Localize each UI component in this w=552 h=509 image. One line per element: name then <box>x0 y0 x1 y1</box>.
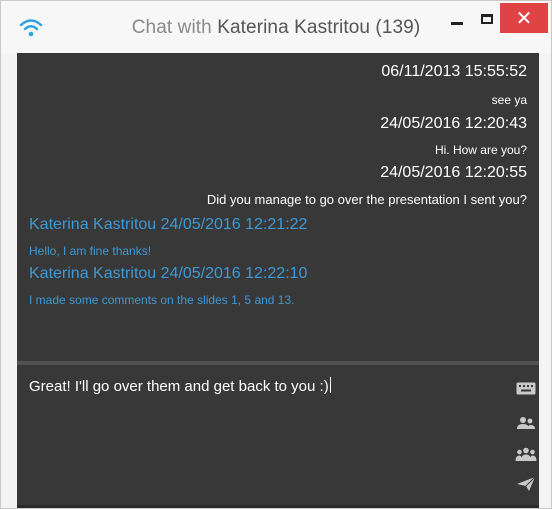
message-timestamp: 24/05/2016 12:20:55 <box>380 164 527 181</box>
title-contact-name: Katerina Kastritou (139) <box>217 17 421 38</box>
keyboard-icon <box>516 382 536 394</box>
message-input-text: Great! I'll go over them and get back to… <box>29 378 329 395</box>
group-chat-button[interactable] <box>515 445 537 463</box>
maximize-icon <box>481 14 493 24</box>
message-input[interactable]: Great! I'll go over them and get back to… <box>29 377 331 395</box>
group-icon <box>515 447 537 461</box>
close-button[interactable]: ✕ <box>500 3 548 33</box>
window-bottom-edge <box>17 505 539 508</box>
contacts-button[interactable] <box>515 414 537 432</box>
message-timestamp: 24/05/2016 12:20:43 <box>380 115 527 132</box>
incoming-message-header: Katerina Kastritou 24/05/2016 12:21:22 <box>29 216 308 233</box>
text-caret <box>329 377 331 393</box>
keyboard-button[interactable] <box>515 379 537 397</box>
message-composer[interactable]: Great! I'll go over them and get back to… <box>17 365 539 505</box>
message-history[interactable]: 06/11/2013 15:55:52 see ya 24/05/2016 12… <box>17 53 539 361</box>
close-icon: ✕ <box>515 6 533 30</box>
minimize-icon <box>451 21 463 25</box>
incoming-message-header: Katerina Kastritou 24/05/2016 12:22:10 <box>29 265 308 282</box>
incoming-message-text: I made some comments on the slides 1, 5 … <box>29 293 295 307</box>
chat-window: Chat with Katerina Kastritou (139) ✕ 06/… <box>0 0 552 509</box>
title-prefix: Chat with <box>131 17 218 38</box>
send-button[interactable] <box>515 475 537 493</box>
incoming-message-text: Hello, I am fine thanks! <box>29 244 152 258</box>
message-text: Hi. How are you? <box>434 143 527 157</box>
message-text: see ya <box>491 93 527 107</box>
contacts-icon <box>517 417 535 429</box>
message-timestamp: 06/11/2013 15:55:52 <box>381 63 527 80</box>
message-text: Did you manage to go over the presentati… <box>206 192 527 207</box>
send-icon <box>517 476 536 491</box>
title-bar[interactable]: Chat with Katerina Kastritou (139) ✕ <box>1 1 551 53</box>
